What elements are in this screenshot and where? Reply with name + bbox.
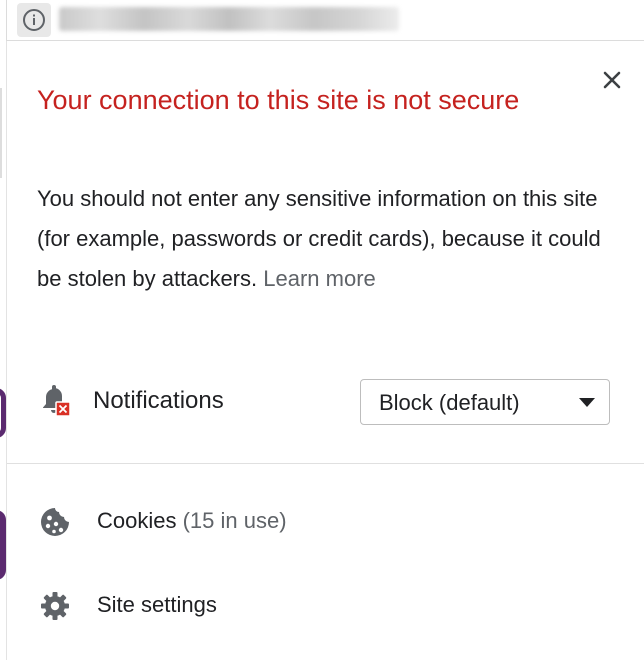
browser-viewport: Your connection to this site is not secu… [0,0,644,660]
notifications-label: Notifications [93,387,224,414]
url-text-obscured[interactable] [59,7,399,31]
cookie-icon [41,508,69,536]
site-settings-row[interactable]: Site settings [37,581,617,631]
notifications-permission-row: Notifications Block (default) [37,373,617,429]
gear-icon [41,592,69,620]
notifications-permission-select[interactable]: Block (default) [360,379,610,425]
omnibox [6,0,644,41]
site-settings-label: Site settings [97,592,217,617]
cookies-row[interactable]: Cookies (15 in use) [37,497,617,547]
bell-blocked-icon [43,385,71,417]
close-button[interactable] [597,65,627,95]
cookies-count: (15 in use) [182,508,287,533]
cookies-label: Cookies (15 in use) [97,508,287,534]
page-background-rule [0,88,2,178]
close-icon [603,71,621,89]
dropdown-arrow-icon [579,398,595,407]
cookies-label-text: Cookies [97,508,177,533]
learn-more-link[interactable]: Learn more [263,266,376,291]
notifications-permission-value: Block (default) [379,390,520,415]
security-warning-description: You should not enter any sensitive infor… [37,179,622,299]
security-warning-title: Your connection to this site is not secu… [37,85,520,115]
info-icon [23,9,45,31]
site-info-button[interactable] [17,3,51,37]
section-divider [7,463,644,464]
page-info-bubble: Your connection to this site is not secu… [6,41,644,660]
